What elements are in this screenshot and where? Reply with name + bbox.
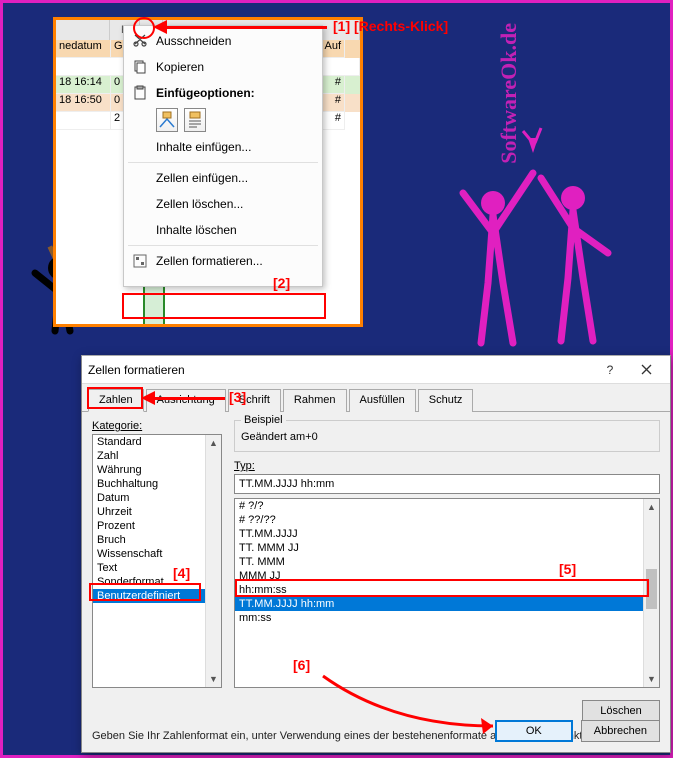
category-item[interactable]: Zahl: [93, 449, 221, 463]
ctx-format-cells[interactable]: Zellen formatieren...: [124, 248, 322, 274]
blank-icon: [128, 168, 152, 188]
scissors-icon: [128, 31, 152, 51]
type-label: Typ:: [234, 460, 660, 472]
dancing-figures-graphic: [433, 123, 633, 353]
cancel-button[interactable]: Abbrechen: [581, 720, 660, 742]
tab-ausrichtung[interactable]: Ausrichtung: [146, 389, 226, 412]
scroll-up-icon[interactable]: ▲: [206, 435, 221, 451]
col-header-blank: [56, 20, 110, 40]
blank-icon: [128, 194, 152, 214]
category-item[interactable]: Standard: [93, 435, 221, 449]
blank-icon: [128, 220, 152, 240]
category-item[interactable]: Bruch: [93, 533, 221, 547]
category-item[interactable]: Text: [93, 561, 221, 575]
tab-zahlen[interactable]: Zahlen: [88, 389, 144, 412]
blank-icon: [128, 137, 152, 157]
header-cell: nedatum: [56, 40, 111, 58]
dialog-title: Zellen formatieren: [88, 363, 592, 377]
dialog-close-button[interactable]: [628, 359, 664, 381]
ctx-paste-special-label: Inhalte einfügen...: [156, 140, 251, 154]
category-item[interactable]: Datum: [93, 491, 221, 505]
tab-schutz[interactable]: Schutz: [418, 389, 474, 412]
ctx-delete-cells-label: Zellen löschen...: [156, 197, 243, 211]
scroll-up-icon[interactable]: ▲: [644, 499, 659, 515]
format-cells-dialog: Zellen formatieren ? Zahlen Ausrichtung …: [81, 355, 671, 753]
format-item[interactable]: TT. MMM: [235, 555, 659, 569]
ok-button[interactable]: OK: [495, 720, 573, 742]
tab-schrift[interactable]: Schrift: [228, 389, 281, 412]
ctx-paste-special[interactable]: Inhalte einfügen...: [124, 134, 322, 160]
sample-value: Geändert am+0: [241, 425, 653, 443]
data-cell[interactable]: 18 16:50: [56, 94, 111, 112]
ctx-paste-options-header: Einfügeoptionen:: [124, 80, 322, 106]
dialog-help-button[interactable]: ?: [592, 359, 628, 381]
format-item[interactable]: # ?/?: [235, 499, 659, 513]
category-label: Kategorie:: [92, 420, 222, 432]
context-menu: Ausschneiden Kopieren Einfügeoptionen: I…: [123, 25, 323, 287]
type-input[interactable]: [234, 474, 660, 494]
format-item-selected[interactable]: TT.MM.JJJJ hh:mm: [235, 597, 659, 611]
sample-groupbox: Beispiel Geändert am+0: [234, 420, 660, 452]
category-item[interactable]: Wissenschaft: [93, 547, 221, 561]
category-item[interactable]: Prozent: [93, 519, 221, 533]
sample-label: Beispiel: [241, 414, 286, 426]
ctx-copy[interactable]: Kopieren: [124, 54, 322, 80]
format-item[interactable]: TT. MMM JJ: [235, 541, 659, 555]
format-item[interactable]: # ??/??: [235, 513, 659, 527]
format-listbox[interactable]: # ?/? # ??/?? TT.MM.JJJJ TT. MMM JJ TT. …: [234, 498, 660, 688]
dialog-tabs: Zahlen Ausrichtung Schrift Rahmen Ausfül…: [82, 384, 670, 412]
ctx-cut-label: Ausschneiden: [156, 34, 231, 48]
ctx-separator: [128, 162, 318, 163]
ctx-clear-contents[interactable]: Inhalte löschen: [124, 217, 322, 243]
paste-option-2[interactable]: [184, 108, 206, 132]
category-item[interactable]: Währung: [93, 463, 221, 477]
ctx-cut[interactable]: Ausschneiden: [124, 28, 322, 54]
ctx-insert-cells-label: Zellen einfügen...: [156, 171, 248, 185]
category-item[interactable]: Uhrzeit: [93, 505, 221, 519]
ctx-copy-label: Kopieren: [156, 60, 204, 74]
close-icon: [641, 364, 652, 375]
delete-button[interactable]: Löschen: [582, 700, 660, 722]
format-scrollbar[interactable]: ▲ ▼: [643, 499, 659, 687]
tab-ausfuellen[interactable]: Ausfüllen: [349, 389, 416, 412]
format-cells-icon: [128, 251, 152, 271]
ctx-paste-icon-row: [124, 106, 322, 134]
format-item[interactable]: mm:ss: [235, 611, 659, 625]
dialog-titlebar[interactable]: Zellen formatieren ?: [82, 356, 670, 384]
tab-rahmen[interactable]: Rahmen: [283, 389, 347, 412]
scroll-down-icon[interactable]: ▼: [206, 671, 221, 687]
copy-icon: [128, 57, 152, 77]
paste-option-1[interactable]: [156, 108, 178, 132]
category-item-selected[interactable]: Benutzerdefiniert: [93, 589, 221, 603]
data-cell[interactable]: 18 16:14: [56, 76, 111, 94]
scrollbar-thumb[interactable]: [646, 569, 657, 609]
watermark-text-2: SoftwareOk.de: [496, 23, 522, 164]
ctx-clear-contents-label: Inhalte löschen: [156, 223, 237, 237]
listbox-scrollbar[interactable]: ▲ ▼: [205, 435, 221, 687]
format-item[interactable]: hh:mm:ss: [235, 583, 659, 597]
scroll-down-icon[interactable]: ▼: [644, 671, 659, 687]
category-item[interactable]: Sonderformat: [93, 575, 221, 589]
category-item[interactable]: Buchhaltung: [93, 477, 221, 491]
format-item[interactable]: MMM JJ: [235, 569, 659, 583]
ctx-separator: [128, 245, 318, 246]
ctx-insert-cells[interactable]: Zellen einfügen...: [124, 165, 322, 191]
category-listbox[interactable]: Standard Zahl Währung Buchhaltung Datum …: [92, 434, 222, 688]
ctx-format-cells-label: Zellen formatieren...: [156, 254, 263, 268]
ctx-delete-cells[interactable]: Zellen löschen...: [124, 191, 322, 217]
clipboard-icon: [128, 83, 152, 103]
format-item[interactable]: TT.MM.JJJJ: [235, 527, 659, 541]
ctx-paste-options-label: Einfügeoptionen:: [156, 86, 255, 100]
